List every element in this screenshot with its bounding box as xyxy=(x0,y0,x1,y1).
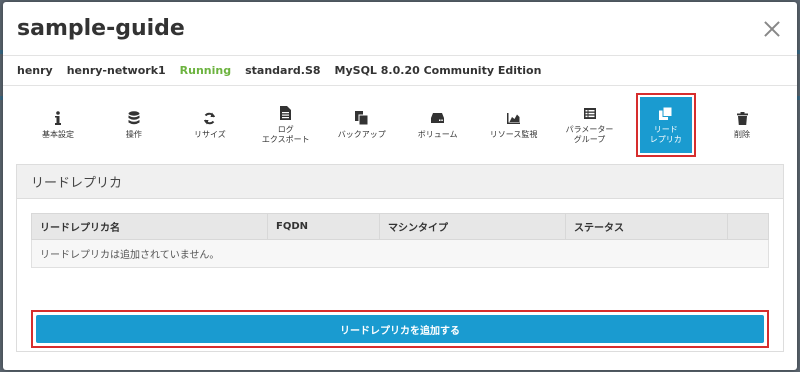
tool-label: パラメーター グループ xyxy=(565,125,614,144)
tool-label: リード レプリカ xyxy=(649,125,682,144)
column-header-actions xyxy=(727,213,769,240)
column-header-name: リードレプリカ名 xyxy=(31,213,268,240)
column-header-fqdn: FQDN xyxy=(267,213,380,240)
tool-label: ログ エクスポート xyxy=(261,125,310,144)
engine-name: MySQL 8.0.20 Community Edition xyxy=(334,64,542,77)
info-icon xyxy=(54,110,62,126)
user-name: henry xyxy=(17,64,53,77)
tool-label: バックアップ xyxy=(337,130,386,139)
trash-icon xyxy=(736,110,748,126)
list-icon xyxy=(583,105,596,121)
tool-delete[interactable]: 削除 xyxy=(704,94,780,156)
chart-icon xyxy=(507,110,521,126)
network-name: henry-network1 xyxy=(66,64,166,77)
database-modal: sample-guide henry henry-network1 Runnin… xyxy=(3,2,797,370)
plan-name: standard.S8 xyxy=(245,64,321,77)
database-icon xyxy=(128,110,140,126)
toolbar: 基本設定 操作 リサイズ ログ エクスポート バックアップ ボリューム リソース… xyxy=(16,86,784,164)
tool-read-replica[interactable]: リード レプリカ xyxy=(635,93,697,157)
replica-table: リードレプリカ名 FQDN マシンタイプ ステータス リードレプリカは追加されて… xyxy=(31,213,769,268)
copy-icon xyxy=(355,110,369,126)
modal-body: 基本設定 操作 リサイズ ログ エクスポート バックアップ ボリューム リソース… xyxy=(3,86,797,352)
close-icon[interactable] xyxy=(761,18,783,40)
add-button-highlight: リードレプリカを追加する xyxy=(31,310,769,348)
hdd-icon xyxy=(431,110,445,126)
table-header-row: リードレプリカ名 FQDN マシンタイプ ステータス xyxy=(31,213,769,240)
tool-resource-monitor[interactable]: リソース監視 xyxy=(476,94,552,156)
tool-read-replica-active[interactable]: リード レプリカ xyxy=(639,97,693,153)
tool-label: ボリューム xyxy=(417,130,458,139)
panel-title: リードレプリカ xyxy=(17,165,783,199)
add-read-replica-button[interactable]: リードレプリカを追加する xyxy=(36,315,764,343)
read-replica-panel: リードレプリカ リードレプリカ名 FQDN マシンタイプ ステータス リードレプ… xyxy=(16,164,784,352)
table-row: リードレプリカは追加されていません。 xyxy=(31,239,769,268)
panel-body: リードレプリカ名 FQDN マシンタイプ ステータス リードレプリカは追加されて… xyxy=(17,199,783,362)
tool-label: リソース監視 xyxy=(489,130,538,139)
tool-label: 削除 xyxy=(734,130,751,139)
column-header-status: ステータス xyxy=(565,213,728,240)
info-bar: henry henry-network1 Running standard.S8… xyxy=(3,56,797,86)
tool-operations[interactable]: 操作 xyxy=(96,94,172,156)
column-header-machine-type: マシンタイプ xyxy=(379,213,566,240)
tool-label: リサイズ xyxy=(193,130,226,139)
tool-label: 操作 xyxy=(125,130,142,139)
tool-parameter-group[interactable]: パラメーター グループ xyxy=(552,94,628,156)
modal-title: sample-guide xyxy=(17,16,185,41)
tool-label: 基本設定 xyxy=(41,130,74,139)
modal-header: sample-guide xyxy=(3,2,797,56)
clone-icon xyxy=(659,105,673,121)
tool-resize[interactable]: リサイズ xyxy=(172,94,248,156)
empty-message: リードレプリカは追加されていません。 xyxy=(31,239,769,268)
tool-volume[interactable]: ボリューム xyxy=(400,94,476,156)
file-icon xyxy=(280,105,292,121)
tool-basic-settings[interactable]: 基本設定 xyxy=(20,94,96,156)
tool-log-export[interactable]: ログ エクスポート xyxy=(248,94,324,156)
tool-backup[interactable]: バックアップ xyxy=(324,94,400,156)
refresh-icon xyxy=(203,110,216,126)
status-badge: Running xyxy=(179,64,232,77)
